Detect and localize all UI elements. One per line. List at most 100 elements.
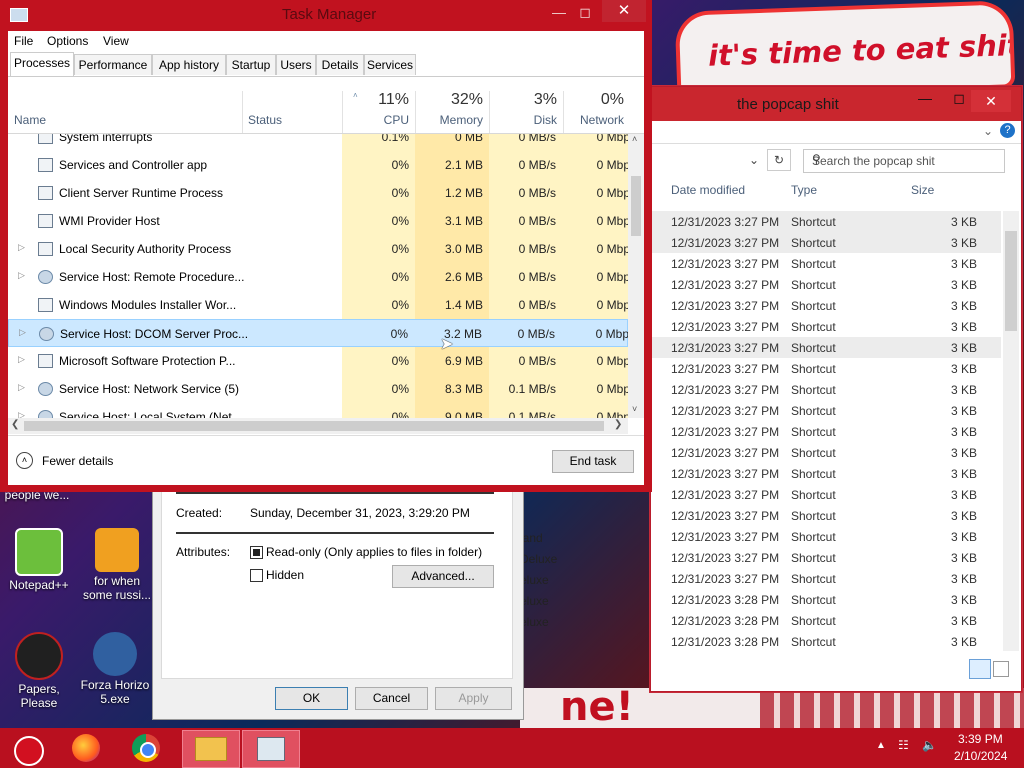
file-row[interactable]: 12/31/2023 3:27 PM Shortcut 3 KB — [651, 211, 1001, 232]
file-row[interactable]: 12/31/2023 3:27 PM Shortcut 3 KB — [651, 442, 1001, 463]
chevron-down-icon[interactable]: ⌄ — [983, 124, 993, 138]
file-row[interactable]: 12/31/2023 3:27 PM Shortcut 3 KB — [651, 295, 1001, 316]
taskbar-file-explorer[interactable] — [182, 730, 240, 768]
file-row[interactable]: 12/31/2023 3:27 PM Shortcut 3 KB — [651, 358, 1001, 379]
search-input[interactable]: Search the popcap shit ⚲ — [803, 149, 1005, 173]
file-row[interactable]: 12/31/2023 3:27 PM Shortcut 3 KB — [651, 505, 1001, 526]
tab-users[interactable]: Users — [276, 54, 316, 75]
expand-arrow-icon[interactable]: ▷ — [18, 242, 25, 253]
maximize-icon[interactable]: ◻ — [572, 2, 598, 22]
explorer-close-button[interactable]: ✕ — [971, 90, 1011, 112]
desktop-icon-papers-please[interactable]: Papers, Please — [4, 632, 74, 710]
large-icons-view-icon[interactable] — [993, 661, 1009, 677]
address-bar[interactable]: ⌄ ↻ — [651, 147, 796, 171]
file-name-fragment[interactable]: eluxe — [520, 591, 557, 612]
explorer-titlebar[interactable]: the popcap shit — ◻ ✕ — [651, 87, 1021, 121]
column-disk[interactable]: 3% Disk — [489, 91, 563, 133]
start-button[interactable] — [0, 730, 56, 766]
process-list[interactable]: System interrupts0.1%0 MB0 MB/s0 MbpsSer… — [8, 134, 628, 418]
file-name-fragment[interactable]: eluxe — [520, 612, 557, 633]
task-manager-close-button[interactable]: ✕ — [602, 0, 646, 22]
desktop-icon-notepadpp[interactable]: Notepad++ — [4, 528, 74, 592]
process-row[interactable]: Client Server Runtime Process 0% 1.2 MB 0 M… — [8, 179, 628, 207]
ok-button[interactable]: OK — [275, 687, 348, 710]
file-name-fragment[interactable]: land — [520, 528, 557, 549]
file-row[interactable]: 12/31/2023 3:27 PM Shortcut 3 KB — [651, 400, 1001, 421]
chevron-down-icon[interactable]: ⌄ — [749, 153, 759, 167]
expand-arrow-icon[interactable]: ▷ — [18, 354, 25, 365]
volume-muted-icon[interactable]: 🔈 — [922, 738, 937, 752]
task-manager-window[interactable]: Task Manager — ◻ ✕ File Options View Pro… — [0, 0, 652, 492]
file-row[interactable]: 12/31/2023 3:28 PM Shortcut 3 KB — [651, 631, 1001, 652]
scrollbar-thumb[interactable] — [1005, 231, 1017, 331]
tab-startup[interactable]: Startup — [226, 54, 276, 75]
taskbar-firefox[interactable] — [60, 730, 116, 766]
details-view-icon[interactable] — [969, 659, 991, 679]
fewer-details-link[interactable]: Fewer details — [42, 454, 113, 468]
column-date-modified[interactable]: Date modified — [671, 183, 745, 197]
tab-processes[interactable]: Processes — [10, 52, 74, 76]
tab-app-history[interactable]: App history — [152, 54, 226, 75]
clock-time[interactable]: 3:39 PM — [958, 732, 1003, 746]
end-task-button[interactable]: End task — [552, 450, 634, 473]
file-row[interactable]: 12/31/2023 3:27 PM Shortcut 3 KB — [651, 337, 1001, 358]
desktop-icon-russian[interactable]: for when some russi... — [82, 528, 152, 602]
column-network[interactable]: 0% Network — [563, 91, 630, 133]
scroll-down-icon[interactable]: ˅ — [632, 404, 637, 414]
file-row[interactable]: 12/31/2023 3:27 PM Shortcut 3 KB — [651, 526, 1001, 547]
task-manager-titlebar[interactable]: Task Manager — ◻ ✕ — [0, 0, 652, 30]
menu-file[interactable]: File — [14, 34, 33, 48]
explorer-window[interactable]: the popcap shit — ◻ ✕ ⌄ ? ⌄ ↻ Search the… — [650, 86, 1022, 692]
column-status[interactable]: Status — [242, 91, 342, 133]
file-row[interactable]: 12/31/2023 3:27 PM Shortcut 3 KB — [651, 547, 1001, 568]
process-row[interactable]: ▷ Service Host: Remote Procedure... 0% 2.6 … — [8, 263, 628, 291]
file-row[interactable]: 12/31/2023 3:27 PM Shortcut 3 KB — [651, 484, 1001, 505]
file-row[interactable]: 12/31/2023 3:28 PM Shortcut 3 KB — [651, 610, 1001, 631]
hidden-checkbox[interactable] — [250, 569, 263, 582]
file-row[interactable]: 12/31/2023 3:27 PM Shortcut 3 KB — [651, 316, 1001, 337]
expand-arrow-icon[interactable]: ▷ — [18, 270, 25, 281]
taskbar-chrome[interactable] — [120, 730, 176, 766]
vertical-scrollbar[interactable]: ˄ ˅ — [628, 134, 644, 418]
taskbar-task-manager[interactable] — [242, 730, 300, 768]
chevron-up-icon[interactable]: ˄ — [16, 452, 33, 469]
readonly-checkbox[interactable] — [250, 546, 263, 559]
explorer-scrollbar[interactable] — [1003, 211, 1019, 651]
clock-date[interactable]: 2/10/2024 — [954, 749, 1007, 763]
file-name-fragment[interactable]: eluxe — [520, 570, 557, 591]
help-icon[interactable]: ? — [1000, 123, 1015, 138]
refresh-icon[interactable]: ↻ — [767, 149, 791, 171]
tab-details[interactable]: Details — [316, 54, 364, 75]
process-row[interactable]: ▷ Service Host: DCOM Server Proc... 0% 3.2 … — [8, 319, 628, 347]
process-row[interactable]: WMI Provider Host 0% 3.1 MB 0 MB/s 0 Mbps — [8, 207, 628, 235]
scrollbar-thumb[interactable] — [24, 421, 604, 431]
process-row[interactable]: ▷ Service Host: Network Service (5) 0% 8.3 … — [8, 375, 628, 403]
column-type[interactable]: Type — [791, 183, 817, 197]
file-row[interactable]: 12/31/2023 3:27 PM Shortcut 3 KB — [651, 379, 1001, 400]
scroll-up-icon[interactable]: ˄ — [632, 134, 637, 144]
search-icon[interactable]: ⚲ — [812, 152, 998, 166]
apply-button[interactable]: Apply — [435, 687, 512, 710]
explorer-file-list[interactable]: 12/31/2023 3:27 PM Shortcut 3 KB 12/31/2023… — [651, 211, 1001, 652]
column-size[interactable]: Size — [911, 183, 934, 197]
show-hidden-icons[interactable]: ▲ — [876, 740, 886, 751]
desktop-icon-forza[interactable]: Forza Horizo 5.exe — [80, 632, 150, 706]
tab-services[interactable]: Services — [364, 54, 416, 75]
column-name[interactable]: Name — [8, 91, 242, 133]
menu-options[interactable]: Options — [47, 34, 88, 48]
cancel-button[interactable]: Cancel — [355, 687, 428, 710]
expand-arrow-icon[interactable]: ▷ — [18, 382, 25, 393]
column-cpu[interactable]: 11% CPU — [342, 91, 415, 133]
file-row[interactable]: 12/31/2023 3:27 PM Shortcut 3 KB — [651, 568, 1001, 589]
menu-view[interactable]: View — [103, 34, 129, 48]
process-row[interactable]: Services and Controller app 0% 2.1 MB 0 MB/… — [8, 151, 628, 179]
process-row[interactable]: ▷ Service Host: Local System (Net... 0% 9.0… — [8, 403, 628, 418]
file-row[interactable]: 12/31/2023 3:27 PM Shortcut 3 KB — [651, 463, 1001, 484]
properties-dialog[interactable]: Created: Sunday, December 31, 2023, 3:29… — [152, 486, 524, 720]
scrollbar-thumb[interactable] — [631, 176, 641, 236]
process-row[interactable]: ▷ Microsoft Software Protection P... 0% 6.9… — [8, 347, 628, 375]
file-row[interactable]: 12/31/2023 3:27 PM Shortcut 3 KB — [651, 253, 1001, 274]
file-row[interactable]: 12/31/2023 3:27 PM Shortcut 3 KB — [651, 421, 1001, 442]
tab-performance[interactable]: Performance — [74, 54, 152, 75]
scroll-right-icon[interactable]: ❯ — [614, 419, 622, 430]
